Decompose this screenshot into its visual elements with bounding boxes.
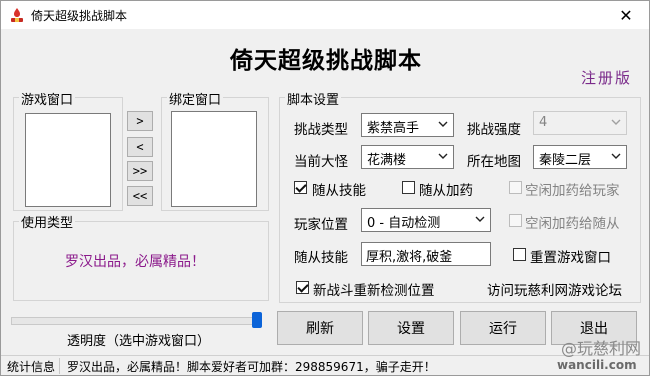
run-button[interactable]: 运行 <box>460 311 546 345</box>
chevron-down-icon <box>438 153 448 159</box>
status-divider <box>59 358 60 374</box>
move-right-button[interactable]: > <box>127 111 153 131</box>
player-position-value: 0 - 自动检测 <box>367 216 441 231</box>
challenge-type-value: 紫禁高手 <box>367 121 420 136</box>
idle-heal-player-label: 空闲加药给玩家 <box>525 183 620 199</box>
forum-link[interactable]: 访问玩慈利网游戏论坛 <box>487 279 622 299</box>
transparency-slider-thumb[interactable] <box>252 312 262 328</box>
idle-heal-follower-checkbox[interactable] <box>509 214 522 227</box>
map-select[interactable]: 秦陵二层 <box>533 145 627 169</box>
reset-game-window-label: 重置游戏窗口 <box>530 250 611 266</box>
move-all-left-button[interactable]: << <box>127 186 153 206</box>
settings-button[interactable]: 设置 <box>368 311 454 345</box>
follow-skill-checkbox[interactable] <box>294 181 307 194</box>
follow-skill-check-label: 随从技能 <box>312 183 366 199</box>
bind-window-label: 绑定窗口 <box>167 89 224 108</box>
player-position-select[interactable]: 0 - 自动检测 <box>361 208 491 232</box>
transparency-label: 透明度（选中游戏窗口） <box>67 334 211 349</box>
follow-medicine-label: 随从加药 <box>419 183 473 199</box>
window-title: 倚天超级挑战脚本 <box>31 9 128 23</box>
chevron-down-icon <box>475 216 485 222</box>
chevron-down-icon <box>611 153 621 159</box>
map-value: 秦陵二层 <box>539 153 592 168</box>
follow-skill-input[interactable]: 厚积,激将,破釜 <box>361 242 491 266</box>
challenge-strength-label: 挑战强度 <box>467 122 521 138</box>
move-all-right-button[interactable]: >> <box>127 161 153 181</box>
current-boss-select[interactable]: 花满楼 <box>361 145 454 169</box>
chevron-down-icon <box>611 119 621 125</box>
usage-type-label: 使用类型 <box>19 212 76 231</box>
register-badge: 注册版 <box>581 69 633 87</box>
app-logo-icon <box>11 8 23 22</box>
challenge-type-label: 挑战类型 <box>294 122 348 138</box>
challenge-strength-value: 4 <box>539 115 548 130</box>
new-battle-recheck-checkbox[interactable] <box>296 281 309 294</box>
challenge-type-select[interactable]: 紫禁高手 <box>361 113 454 137</box>
follow-medicine-checkbox[interactable] <box>402 181 415 194</box>
watermark-text: @玩慈利网 <box>561 339 642 358</box>
reset-game-window-checkbox[interactable] <box>513 248 526 261</box>
close-button[interactable]: ✕ <box>603 1 649 29</box>
watermark-url: wancili.com <box>557 358 637 372</box>
status-info-label: 统计信息 <box>7 360 56 374</box>
transparency-slider-track[interactable] <box>11 317 261 325</box>
chevron-down-icon <box>438 121 448 127</box>
current-boss-label: 当前大怪 <box>294 154 348 170</box>
idle-heal-player-checkbox[interactable] <box>509 181 522 194</box>
player-position-label: 玩家位置 <box>294 217 348 233</box>
game-window-label: 游戏窗口 <box>19 89 76 108</box>
game-window-list[interactable] <box>25 113 111 207</box>
status-message: 罗汉出品，必属精品！脚本爱好者可加群：298859671，骗子走开！ <box>67 360 436 374</box>
status-bar: 统计信息 罗汉出品，必属精品！脚本爱好者可加群：298859671，骗子走开！ <box>1 355 649 375</box>
bind-window-list[interactable] <box>171 111 257 207</box>
idle-heal-follower-label: 空闲加药给随从 <box>525 216 620 232</box>
script-settings-label: 脚本设置 <box>285 89 342 108</box>
app-window: 倚天超级挑战脚本 ✕ 倚天超级挑战脚本 注册版 游戏窗口 > < >> << 绑… <box>0 0 650 376</box>
move-left-button[interactable]: < <box>127 137 153 157</box>
title-bar: 倚天超级挑战脚本 ✕ <box>1 1 649 29</box>
challenge-strength-select[interactable]: 4 <box>533 111 627 135</box>
app-heading: 倚天超级挑战脚本 <box>230 48 422 74</box>
current-boss-value: 花满楼 <box>367 153 407 168</box>
follow-skill-input-label: 随从技能 <box>294 250 348 266</box>
new-battle-recheck-label: 新战斗重新检测位置 <box>313 283 435 299</box>
map-label: 所在地图 <box>467 154 521 170</box>
usage-slogan: 罗汉出品，必属精品！ <box>65 254 205 270</box>
refresh-button[interactable]: 刷新 <box>277 311 363 345</box>
